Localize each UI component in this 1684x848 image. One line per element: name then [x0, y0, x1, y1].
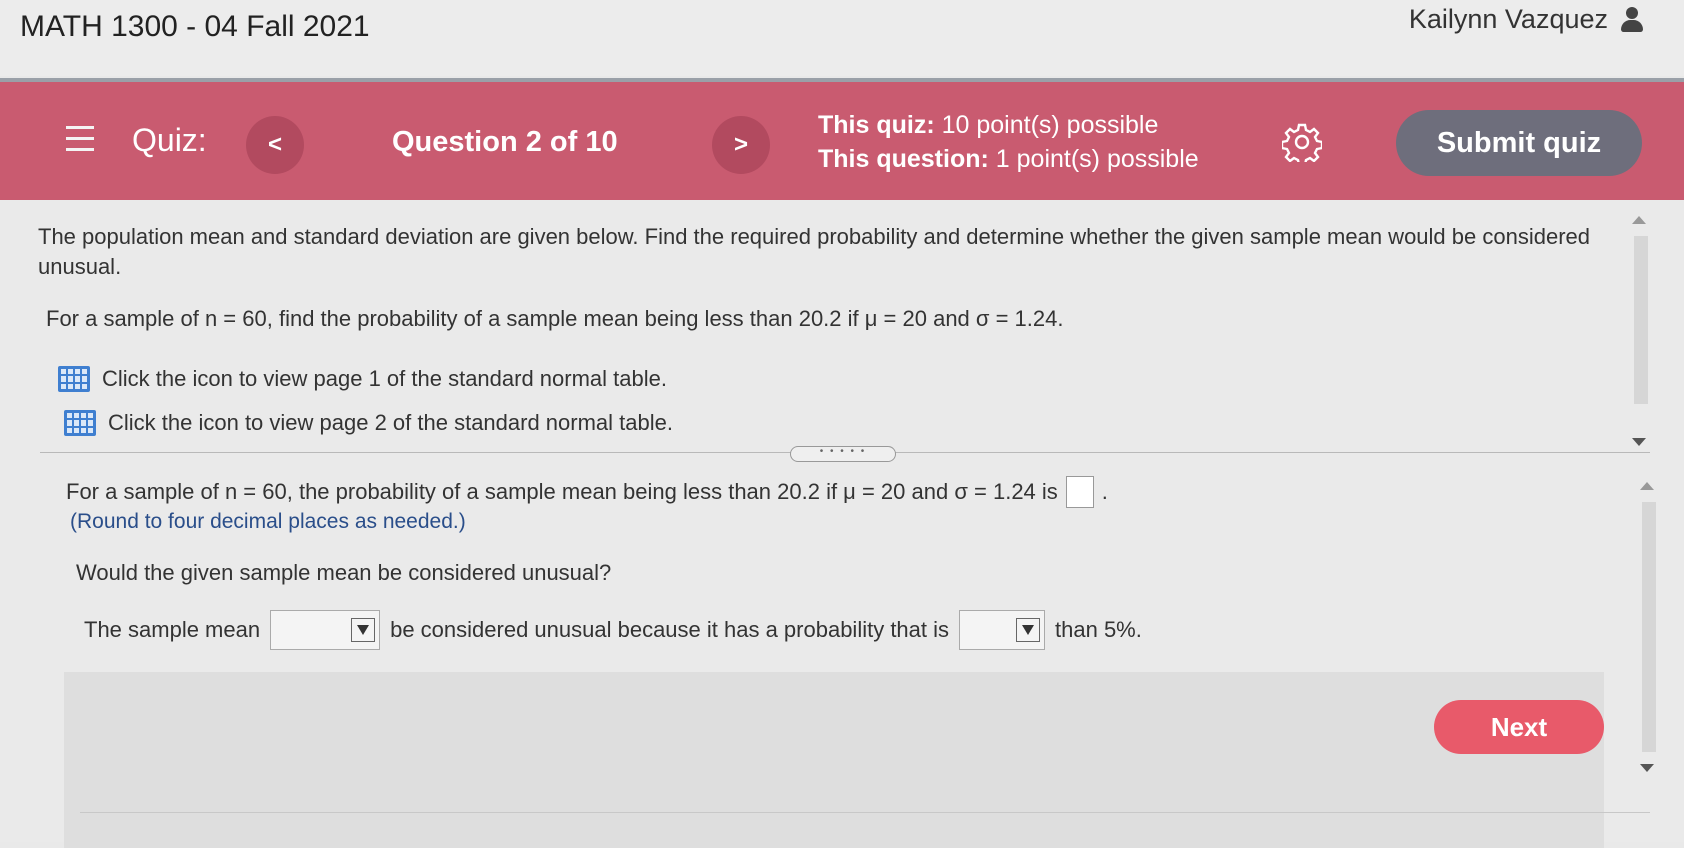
quiz-points-value: 10 point(s) possible: [941, 111, 1159, 139]
normal-table-page2-label: Click the icon to view page 2 of the sta…: [108, 410, 673, 435]
scrollbar-thumb[interactable]: [1642, 502, 1656, 752]
submit-quiz-button[interactable]: Submit quiz: [1396, 110, 1642, 176]
menu-icon[interactable]: [66, 126, 94, 154]
table-icon[interactable]: [64, 410, 96, 436]
comparison-dropdown[interactable]: [959, 610, 1046, 650]
scroll-down-arrow-icon[interactable]: [1640, 764, 1654, 772]
user-icon: [1620, 6, 1644, 33]
probability-input[interactable]: [1065, 476, 1094, 508]
unusual-question: Would the given sample mean be considere…: [76, 560, 612, 585]
answer-prompt: For a sample of n = 60, the probability …: [66, 479, 1058, 504]
sentence-part3: than 5%.: [1055, 617, 1142, 642]
normal-table-page1-label: Click the icon to view page 1 of the sta…: [102, 366, 667, 391]
answer-period: .: [1101, 479, 1108, 504]
scroll-down-arrow-icon[interactable]: [1632, 438, 1646, 446]
rounding-note: (Round to four decimal places as needed.…: [70, 510, 466, 533]
user-menu[interactable]: Kailynn Vazquez: [1409, 4, 1644, 35]
next-button[interactable]: Next: [1434, 700, 1604, 754]
question-problem: For a sample of n = 60, find the probabi…: [46, 306, 1064, 331]
pane-splitter-handle[interactable]: • • • • •: [790, 446, 896, 462]
dropdown-arrow-icon[interactable]: [351, 618, 376, 642]
sentence-part1: The sample mean: [84, 617, 261, 642]
would-dropdown[interactable]: [270, 610, 381, 650]
normal-table-page2-link[interactable]: Click the icon to view page 2 of the sta…: [64, 410, 673, 436]
question-content: The population mean and standard deviati…: [0, 200, 1684, 848]
course-title: MATH 1300 - 04 Fall 2021: [20, 10, 370, 43]
gear-icon[interactable]: [1282, 122, 1322, 162]
previous-question-button[interactable]: <: [246, 116, 304, 174]
scroll-up-arrow-icon[interactable]: [1640, 482, 1654, 490]
question-counter[interactable]: Question 2 of 10: [392, 126, 618, 159]
table-icon[interactable]: [58, 366, 90, 392]
question-points-value: 1 point(s) possible: [995, 145, 1199, 173]
dropdown-arrow-icon[interactable]: [1016, 618, 1041, 642]
scroll-up-arrow-icon[interactable]: [1632, 216, 1646, 224]
top-bar: MATH 1300 - 04 Fall 2021 Kailynn Vazquez: [0, 0, 1684, 76]
question-scrollbar[interactable]: [1626, 216, 1652, 446]
points-info: This quiz: 10 point(s) possible This que…: [818, 108, 1199, 176]
bottom-divider: [80, 812, 1650, 813]
normal-table-page1-link[interactable]: Click the icon to view page 1 of the sta…: [58, 366, 667, 392]
question-intro: The population mean and standard deviati…: [38, 224, 1590, 279]
quiz-toolbar: Quiz: < Question 2 of 10 > This quiz: 10…: [0, 78, 1684, 204]
unusual-answer-row: The sample mean be considered unusual be…: [84, 610, 1142, 650]
footer-panel: [64, 672, 1604, 848]
quiz-points-label: This quiz:: [818, 111, 935, 139]
scrollbar-thumb[interactable]: [1634, 236, 1648, 404]
next-question-button[interactable]: >: [712, 116, 770, 174]
answer-scrollbar[interactable]: [1634, 482, 1660, 772]
user-name: Kailynn Vazquez: [1408, 4, 1608, 34]
sentence-part2: be considered unusual because it has a p…: [390, 617, 950, 642]
quiz-label: Quiz:: [132, 122, 207, 158]
probability-answer-row: For a sample of n = 60, the probability …: [66, 476, 1108, 508]
question-points-label: This question:: [818, 145, 989, 173]
